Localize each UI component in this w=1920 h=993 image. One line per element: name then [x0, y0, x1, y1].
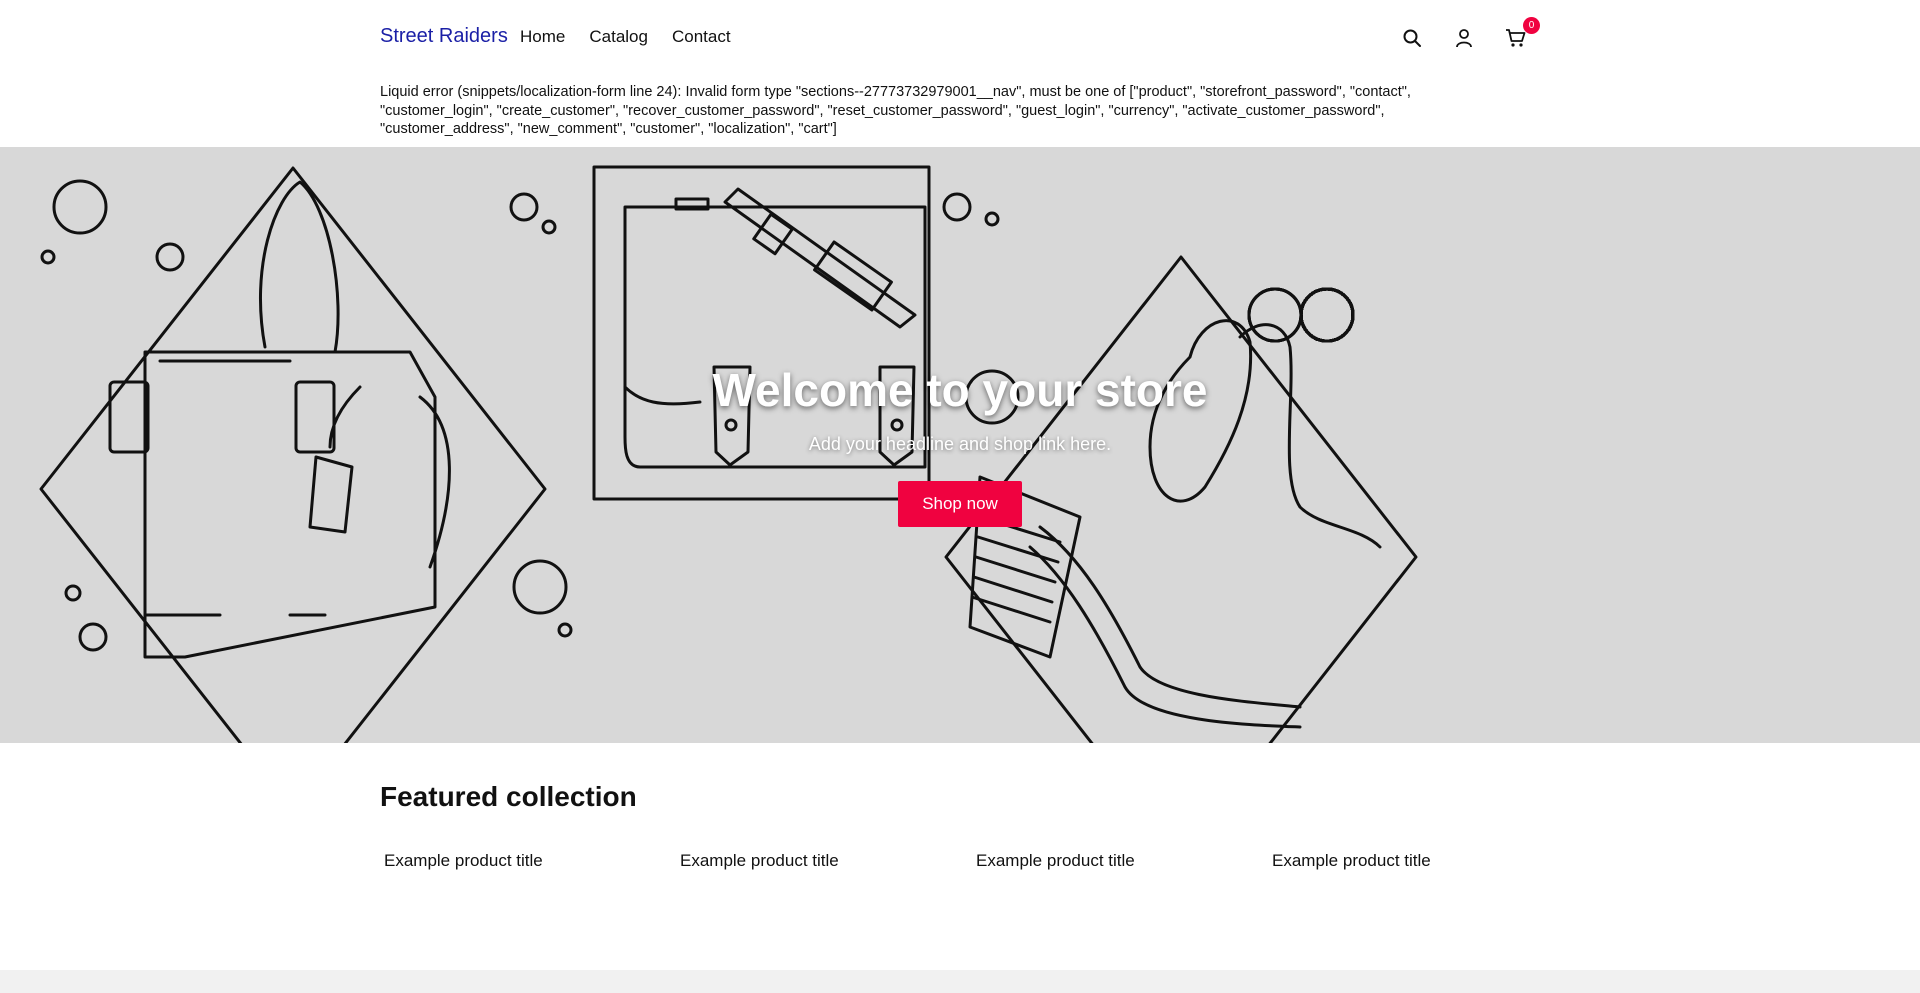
liquid-error-message: Liquid error (snippets/localization-form…: [380, 84, 1411, 137]
hero-subtitle: Add your headline and shop link here.: [808, 434, 1112, 454]
main-nav: Home Catalog Contact: [520, 27, 731, 47]
brand-logo-link[interactable]: Street Raiders: [380, 25, 508, 48]
product-card-title[interactable]: Example product title: [680, 851, 976, 871]
cart-icon[interactable]: 0: [1504, 17, 1540, 50]
product-card-title[interactable]: Example product title: [384, 851, 680, 871]
search-icon[interactable]: [1400, 26, 1424, 50]
hero-title: Welcome to your store: [712, 364, 1208, 416]
hero-banner: Welcome to your store Add your headline …: [0, 147, 1920, 743]
nav-home[interactable]: Home: [520, 27, 565, 47]
shop-now-button[interactable]: Shop now: [898, 481, 1022, 527]
footer-strip: [0, 970, 1920, 993]
nav-contact[interactable]: Contact: [672, 27, 731, 47]
product-grid: Example product title Example product ti…: [384, 851, 1568, 871]
site-header: Street Raiders Home Catalog Contact 0: [0, 0, 1920, 76]
product-card-title[interactable]: Example product title: [1272, 851, 1568, 871]
featured-collection-title: Featured collection: [380, 781, 637, 812]
account-icon[interactable]: [1452, 26, 1476, 50]
cart-count-badge: 0: [1523, 17, 1540, 34]
nav-catalog[interactable]: Catalog: [589, 27, 648, 47]
header-icons: 0: [1400, 17, 1540, 50]
product-card-title[interactable]: Example product title: [976, 851, 1272, 871]
